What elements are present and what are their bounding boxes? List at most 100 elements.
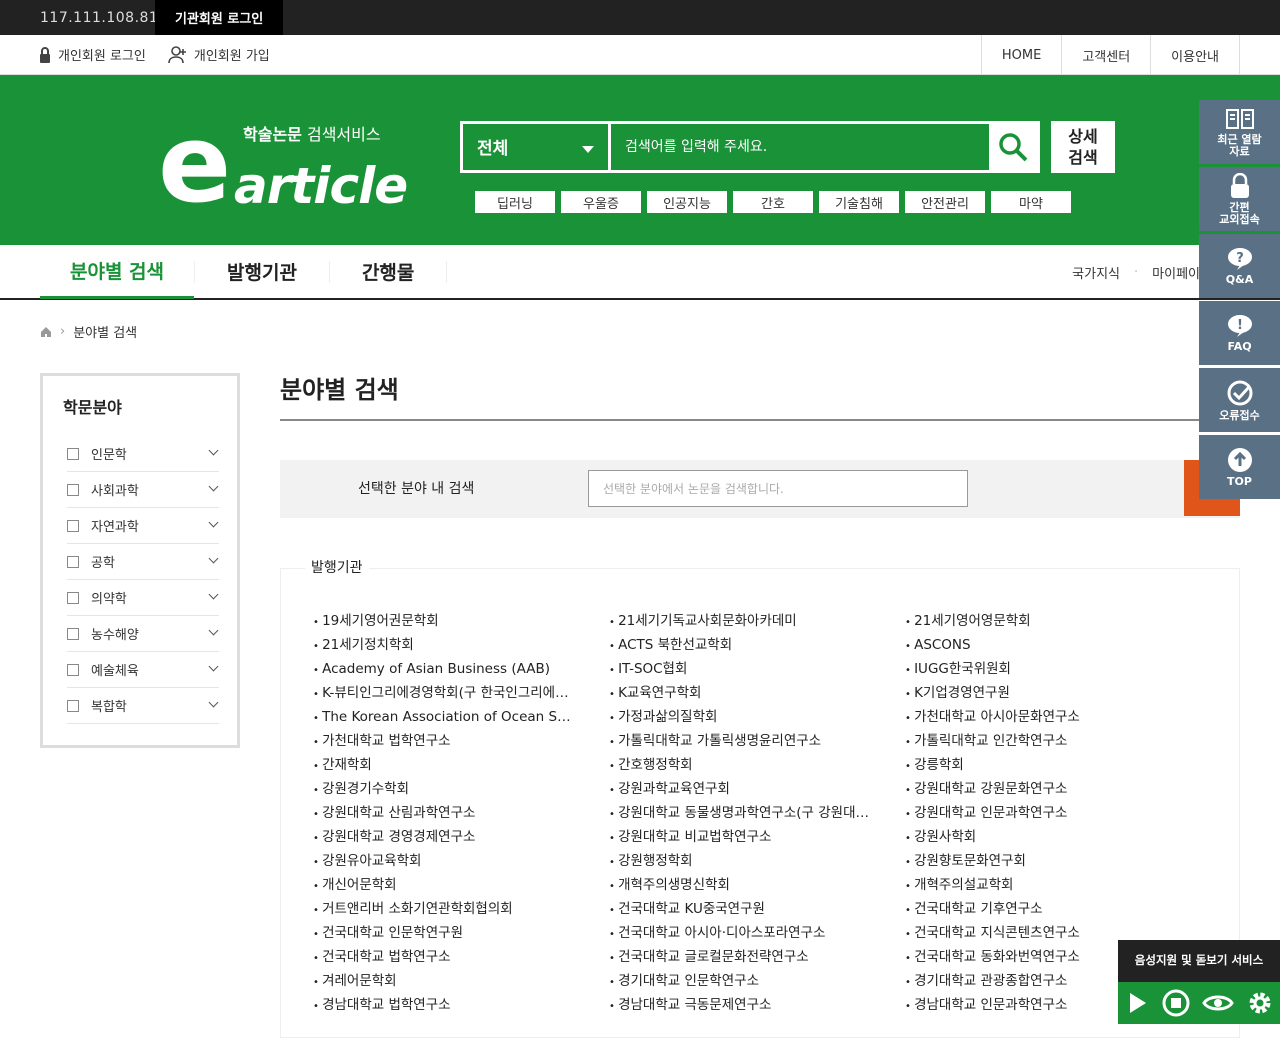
tab-publishers[interactable]: 발행기관 bbox=[195, 244, 329, 299]
field-item[interactable]: 인문학 bbox=[67, 436, 219, 472]
customer-center-link[interactable]: 고객센터 bbox=[1061, 35, 1150, 75]
chevron-down-icon[interactable] bbox=[208, 553, 219, 564]
publisher-link[interactable]: 경남대학교 극동문제연구소 bbox=[609, 993, 905, 1017]
national-knowledge-link[interactable]: 국가지식 bbox=[1072, 263, 1120, 282]
publisher-link[interactable]: IT-SOC협회 bbox=[609, 657, 905, 681]
top-button[interactable]: TOP bbox=[1199, 435, 1280, 499]
field-checkbox[interactable] bbox=[67, 663, 79, 676]
publisher-link[interactable]: 경기대학교 인문학연구소 bbox=[609, 969, 905, 993]
publisher-link[interactable]: 가천대학교 법학연구소 bbox=[313, 729, 609, 753]
search-scope-select[interactable]: 전체 bbox=[463, 124, 611, 170]
keyword-tag[interactable]: 인공지능 bbox=[647, 191, 727, 213]
play-icon[interactable] bbox=[1124, 990, 1150, 1016]
personal-join-link[interactable]: 개인회원 가입 bbox=[168, 45, 270, 64]
publisher-link[interactable]: 강원향토문화연구회 bbox=[905, 849, 1201, 873]
publisher-link[interactable]: 강원유아교육학회 bbox=[313, 849, 609, 873]
tab-publications[interactable]: 간행물 bbox=[330, 244, 446, 299]
publisher-link[interactable]: The Korean Association of Ocean Science … bbox=[313, 705, 609, 729]
publisher-link[interactable]: 강원대학교 비교법학연구소 bbox=[609, 825, 905, 849]
publisher-link[interactable]: 강원대학교 산림과학연구소 bbox=[313, 801, 609, 825]
earticle-logo[interactable]: e 학술논문 검색서비스 article bbox=[158, 111, 408, 235]
publisher-link[interactable]: 건국대학교 글로컬문화전략연구소 bbox=[609, 945, 905, 969]
publisher-link[interactable]: 건국대학교 아시아·디아스포라연구소 bbox=[609, 921, 905, 945]
field-item[interactable]: 예술체육 bbox=[67, 652, 219, 688]
publisher-link[interactable]: 건국대학교 KU중국연구원 bbox=[609, 897, 905, 921]
field-checkbox[interactable] bbox=[67, 555, 79, 568]
publisher-link[interactable]: 가톨릭대학교 가톨릭생명윤리연구소 bbox=[609, 729, 905, 753]
publisher-link[interactable]: 건국대학교 기후연구소 bbox=[905, 897, 1201, 921]
tab-field-search[interactable]: 분야별 검색 bbox=[40, 244, 195, 299]
publisher-link[interactable]: 개혁주의생명신학회 bbox=[609, 873, 905, 897]
publisher-link[interactable]: Academy of Asian Business (AAB) bbox=[313, 657, 609, 681]
keyword-tag[interactable]: 기술침해 bbox=[819, 191, 899, 213]
chevron-down-icon[interactable] bbox=[208, 661, 219, 672]
remote-access-button[interactable]: 간편 교외접속 bbox=[1199, 167, 1280, 231]
field-item[interactable]: 농수해양 bbox=[67, 616, 219, 652]
publisher-link[interactable]: 경남대학교 법학연구소 bbox=[313, 993, 609, 1017]
publisher-link[interactable]: IUGG한국위원회 bbox=[905, 657, 1201, 681]
publisher-link[interactable]: ASCONS bbox=[905, 633, 1201, 657]
publisher-link[interactable]: 21세기정치학회 bbox=[313, 633, 609, 657]
publisher-link[interactable]: 강원사학회 bbox=[905, 825, 1201, 849]
field-checkbox[interactable] bbox=[67, 591, 79, 604]
field-item[interactable]: 의약학 bbox=[67, 580, 219, 616]
stop-icon[interactable] bbox=[1162, 989, 1190, 1017]
home-icon[interactable] bbox=[40, 326, 52, 338]
field-checkbox[interactable] bbox=[67, 627, 79, 640]
publisher-link[interactable]: 강원대학교 인문과학연구소 bbox=[905, 801, 1201, 825]
publisher-link[interactable]: 건국대학교 법학연구소 bbox=[313, 945, 609, 969]
publisher-link[interactable]: 가톨릭대학교 인간학연구소 bbox=[905, 729, 1201, 753]
publisher-link[interactable]: 거트앤리버 소화기연관학회협의회 bbox=[313, 897, 609, 921]
chevron-down-icon[interactable] bbox=[208, 697, 219, 708]
publisher-link[interactable]: 가천대학교 아시아문화연구소 bbox=[905, 705, 1201, 729]
publisher-link[interactable]: 강릉학회 bbox=[905, 753, 1201, 777]
publisher-link[interactable]: 21세기영어영문학회 bbox=[905, 609, 1201, 633]
field-checkbox[interactable] bbox=[67, 447, 79, 460]
publisher-link[interactable]: 개신어문학회 bbox=[313, 873, 609, 897]
detail-search-button[interactable]: 상세 검색 bbox=[1051, 121, 1115, 173]
field-checkbox[interactable] bbox=[67, 519, 79, 532]
qna-button[interactable]: ? Q&A bbox=[1199, 234, 1280, 298]
keyword-tag[interactable]: 안전관리 bbox=[905, 191, 985, 213]
chevron-down-icon[interactable] bbox=[208, 625, 219, 636]
my-page-link[interactable]: 마이페이 bbox=[1152, 263, 1200, 282]
search-input[interactable] bbox=[611, 124, 989, 170]
publisher-link[interactable]: 강원행정학회 bbox=[609, 849, 905, 873]
keyword-tag[interactable]: 딥러닝 bbox=[475, 191, 555, 213]
home-link[interactable]: HOME bbox=[980, 35, 1061, 75]
publisher-link[interactable]: 강원경기수학회 bbox=[313, 777, 609, 801]
publisher-link[interactable]: 겨레어문학회 bbox=[313, 969, 609, 993]
keyword-tag[interactable]: 마약 bbox=[991, 191, 1071, 213]
eye-icon[interactable] bbox=[1202, 992, 1234, 1014]
publisher-link[interactable]: 강원대학교 경영경제연구소 bbox=[313, 825, 609, 849]
field-item[interactable]: 사회과학 bbox=[67, 472, 219, 508]
institution-login-button[interactable]: 기관회원 로그인 bbox=[155, 0, 284, 35]
error-report-button[interactable]: 오류접수 bbox=[1199, 368, 1280, 432]
publisher-link[interactable]: 강원대학교 강원문화연구소 bbox=[905, 777, 1201, 801]
publisher-link[interactable]: 건국대학교 인문학연구원 bbox=[313, 921, 609, 945]
faq-button[interactable]: ! FAQ bbox=[1199, 301, 1280, 365]
publisher-link[interactable]: 간호행정학회 bbox=[609, 753, 905, 777]
search-button[interactable] bbox=[989, 124, 1037, 170]
publisher-link[interactable]: K기업경영연구원 bbox=[905, 681, 1201, 705]
filter-search-input[interactable] bbox=[588, 470, 968, 507]
keyword-tag[interactable]: 간호 bbox=[733, 191, 813, 213]
gear-icon[interactable] bbox=[1246, 989, 1274, 1017]
recent-viewed-button[interactable]: 최근 열람 자료 bbox=[1199, 100, 1280, 164]
publisher-link[interactable]: 강원과학교육연구회 bbox=[609, 777, 905, 801]
chevron-down-icon[interactable] bbox=[208, 589, 219, 600]
chevron-down-icon[interactable] bbox=[208, 481, 219, 492]
field-item[interactable]: 자연과학 bbox=[67, 508, 219, 544]
personal-login-link[interactable]: 개인회원 로그인 bbox=[38, 45, 146, 64]
field-item[interactable]: 공학 bbox=[67, 544, 219, 580]
field-item[interactable]: 복합학 bbox=[67, 688, 219, 724]
publisher-link[interactable]: 21세기기독교사회문화아카데미 bbox=[609, 609, 905, 633]
publisher-link[interactable]: 개혁주의설교학회 bbox=[905, 873, 1201, 897]
keyword-tag[interactable]: 우울증 bbox=[561, 191, 641, 213]
publisher-link[interactable]: 강원대학교 동물생명과학연구소(구 강원대학교 동물자원공동연구소) bbox=[609, 801, 905, 825]
publisher-link[interactable]: ACTS 북한선교학회 bbox=[609, 633, 905, 657]
publisher-link[interactable]: 19세기영어권문학회 bbox=[313, 609, 609, 633]
publisher-link[interactable]: 간재학회 bbox=[313, 753, 609, 777]
publisher-link[interactable]: K-뷰티인그리에경영학회(구 한국인그리에경영학회) bbox=[313, 681, 609, 705]
guide-link[interactable]: 이용안내 bbox=[1150, 35, 1240, 75]
